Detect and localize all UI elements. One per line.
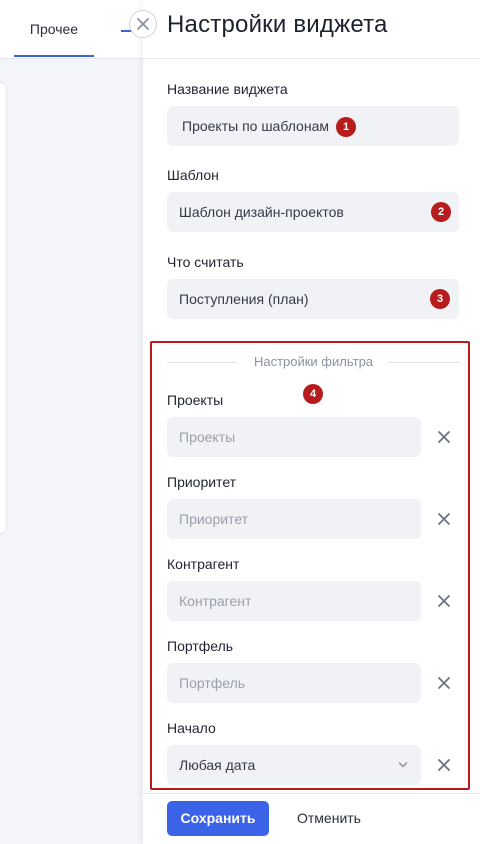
annotation-badge-4: 4 (303, 384, 323, 404)
template-select[interactable]: Шаблон дизайн-проектов 2 (167, 192, 459, 232)
cancel-button[interactable]: Отменить (283, 801, 375, 836)
counterparty-input[interactable]: Контрагент (167, 581, 421, 621)
projects-input[interactable]: Проекты (167, 417, 421, 457)
counterparty-label: Контрагент (167, 556, 240, 572)
priority-input[interactable]: Приоритет (167, 499, 421, 539)
priority-placeholder: Приоритет (179, 511, 249, 527)
projects-placeholder: Проекты (179, 429, 236, 445)
active-tab-indicator (14, 55, 94, 57)
filter-divider-right (388, 362, 460, 363)
clear-icon[interactable] (435, 428, 453, 446)
clear-icon[interactable] (435, 510, 453, 528)
annotation-badge-3: 3 (430, 289, 450, 309)
header-divider (143, 58, 480, 59)
widget-name-value: Проекты по шаблонам (182, 118, 329, 134)
clear-icon[interactable] (435, 756, 453, 774)
widget-settings-panel: Настройки виджета Название виджета Проек… (143, 0, 480, 844)
priority-label: Приоритет (167, 474, 237, 490)
portfolio-placeholder: Портфель (179, 675, 246, 691)
close-icon (137, 18, 149, 30)
chevron-down-icon (398, 762, 408, 768)
portfolio-input[interactable]: Портфель (167, 663, 421, 703)
projects-label: Проекты (167, 392, 224, 408)
widget-name-field[interactable]: Проекты по шаблонам 1 (167, 106, 459, 146)
start-date-select[interactable]: Любая дата (167, 745, 421, 785)
background-tabs: Прочее (0, 0, 150, 59)
annotation-badge-1: 1 (336, 117, 356, 137)
close-button[interactable] (129, 10, 157, 38)
what-to-count-select[interactable]: Поступления (план) 3 (167, 279, 459, 319)
counterparty-placeholder: Контрагент (179, 593, 252, 609)
clear-icon[interactable] (435, 674, 453, 692)
footer-divider (143, 793, 480, 794)
what-to-count-value: Поступления (план) (179, 291, 309, 307)
save-button[interactable]: Сохранить (167, 801, 269, 836)
background-card (0, 82, 7, 534)
tab-other[interactable]: Прочее (14, 0, 94, 58)
template-value: Шаблон дизайн-проектов (179, 204, 344, 220)
annotation-badge-2: 2 (431, 202, 451, 222)
start-date-value: Любая дата (179, 757, 256, 773)
widget-name-label: Название виджета (167, 81, 288, 97)
what-to-count-label: Что считать (167, 254, 244, 270)
template-label: Шаблон (167, 167, 219, 183)
clear-icon[interactable] (435, 592, 453, 610)
portfolio-label: Портфель (167, 638, 234, 654)
start-label: Начало (167, 720, 216, 736)
panel-title: Настройки виджета (167, 11, 388, 38)
